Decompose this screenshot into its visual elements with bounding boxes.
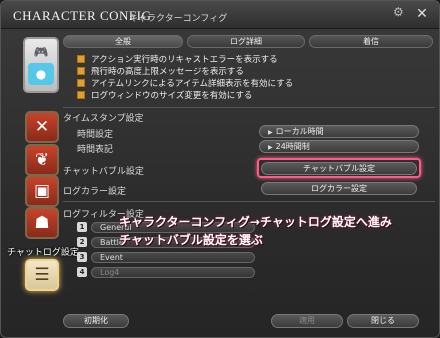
time-format-label: 時間表記 bbox=[77, 145, 114, 155]
log-filter-item[interactable]: 3 Event bbox=[77, 251, 255, 263]
divider bbox=[63, 201, 435, 202]
checkbox-icon[interactable] bbox=[77, 66, 85, 75]
time-format-dropdown[interactable]: ▶ 24時間制 bbox=[259, 140, 419, 153]
user-icon[interactable]: ☗ bbox=[25, 207, 59, 239]
time-format-value: 24時間制 bbox=[275, 142, 310, 151]
checkbox-icon[interactable] bbox=[77, 90, 85, 99]
chat-log-icon[interactable]: ☰ bbox=[25, 259, 59, 291]
annotation-line-2: チャットバブル設定を選ぶ bbox=[119, 233, 263, 247]
option-label: ログウィンドウのサイズ変更を有効にする bbox=[91, 90, 253, 101]
log-name: Event bbox=[91, 251, 255, 263]
option-window-resize[interactable]: ログウィンドウのサイズ変更を有効にする bbox=[77, 89, 253, 101]
character-config-window: CHARACTER CONFIG キャラクターコンフィグ ⚙ ✕ 🎮 ● ✕ ❦… bbox=[0, 0, 440, 338]
chat-bubble-button[interactable]: チャットバブル設定 bbox=[261, 162, 417, 175]
reset-button[interactable]: 初期化 bbox=[63, 314, 129, 328]
gamepad-category-icon[interactable]: 🎮 ● bbox=[23, 37, 59, 93]
character-category-icon: ● bbox=[28, 63, 54, 85]
log-number: 2 bbox=[77, 237, 87, 247]
hud-icon[interactable]: ▣ bbox=[25, 175, 59, 207]
close-icon[interactable]: ✕ bbox=[413, 5, 431, 23]
log-number: 3 bbox=[77, 252, 87, 262]
triangle-right-icon: ▶ bbox=[268, 144, 273, 151]
log-color-label: ログカラー設定 bbox=[63, 187, 127, 197]
option-label: 飛行時の高度上限メッセージを表示する bbox=[91, 66, 244, 77]
tab-general[interactable]: 全般 bbox=[63, 35, 183, 48]
timestamp-section-title: タイムスタンプ設定 bbox=[63, 114, 144, 124]
checkbox-icon[interactable] bbox=[77, 54, 85, 63]
log-number: 1 bbox=[77, 222, 87, 232]
crossed-swords-icon[interactable]: ✕ bbox=[25, 111, 59, 143]
log-number: 4 bbox=[77, 267, 87, 277]
apply-button[interactable]: 適用 bbox=[271, 314, 343, 328]
option-recast-error[interactable]: アクション実行時のリキャストエラーを表示する bbox=[77, 53, 278, 65]
option-label: アクション実行時のリキャストエラーを表示する bbox=[91, 54, 278, 65]
option-label: アイテムリンクによるアイテム詳細表示を有効にする bbox=[91, 78, 294, 89]
settings-icon[interactable]: ⚙ bbox=[393, 5, 409, 21]
close-button[interactable]: 閉じる bbox=[347, 314, 419, 328]
side-caption: チャットログ設定 bbox=[7, 248, 79, 258]
window-subtitle: キャラクターコンフィグ bbox=[129, 14, 228, 24]
title-bar: CHARACTER CONFIG キャラクターコンフィグ ⚙ ✕ bbox=[1, 1, 439, 29]
option-item-link[interactable]: アイテムリンクによるアイテム詳細表示を有効にする bbox=[77, 77, 294, 89]
time-setting-dropdown[interactable]: ▶ ローカル時間 bbox=[259, 125, 419, 138]
moogle-icon[interactable]: ❦ bbox=[25, 144, 59, 176]
tab-incoming[interactable]: 着信 bbox=[309, 35, 433, 48]
tab-bar: 全般 ログ詳細 着信 bbox=[63, 35, 435, 49]
tab-log-detail[interactable]: ログ詳細 bbox=[187, 35, 305, 48]
annotation-line-1: キャラクターコンフィグ→チャットログ設定へ進み bbox=[119, 215, 392, 229]
time-setting-value: ローカル時間 bbox=[275, 127, 324, 136]
divider bbox=[63, 107, 435, 108]
time-setting-label: 時間設定 bbox=[77, 130, 114, 140]
log-color-button[interactable]: ログカラー設定 bbox=[261, 182, 417, 195]
triangle-right-icon: ▶ bbox=[268, 129, 273, 136]
chat-bubble-label: チャットバブル設定 bbox=[63, 167, 144, 177]
option-altitude-message[interactable]: 飛行時の高度上限メッセージを表示する bbox=[77, 65, 244, 77]
log-filter-item[interactable]: 4 Log4 bbox=[77, 266, 255, 278]
log-name: Log4 bbox=[91, 266, 255, 278]
checkbox-icon[interactable] bbox=[77, 78, 85, 87]
